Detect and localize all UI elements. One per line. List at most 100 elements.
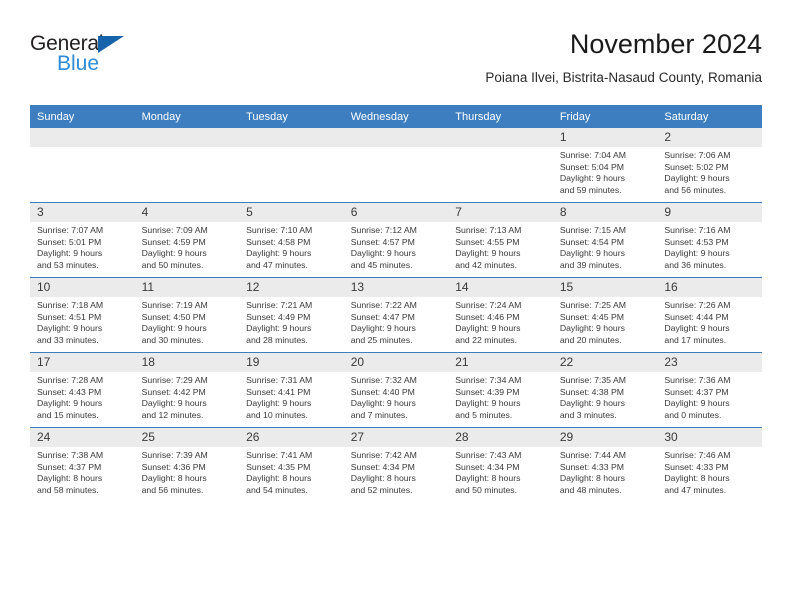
day-sun-info [239,147,344,150]
day-number: 13 [343,278,449,297]
calendar-cell-empty [448,128,553,203]
day-number: 23 [657,353,762,372]
day-number [448,128,553,147]
calendar-week-row: 3 Sunrise: 7:07 AM Sunset: 5:01 PM Daylig… [30,202,762,278]
weekday-header-wednesday: Wednesday [343,105,449,128]
calendar-cell-day[interactable]: 7 Sunrise: 7:13 AM Sunset: 4:55 PM Daylig… [448,202,553,278]
day-sun-info [344,147,449,150]
day-number: 17 [30,353,135,372]
title-block: November 2024 Poiana Ilvei, Bistrita-Nas… [485,28,762,88]
calendar-cell-day[interactable]: 25 Sunrise: 7:39 AM Sunset: 4:36 PM Dayli… [134,427,240,502]
day-sun-info: Sunrise: 7:16 AM Sunset: 4:53 PM Dayligh… [664,225,731,270]
day-sun-info: Sunrise: 7:13 AM Sunset: 4:55 PM Dayligh… [455,225,522,270]
day-sun-info: Sunrise: 7:19 AM Sunset: 4:50 PM Dayligh… [141,300,208,345]
day-sun-info: Sunrise: 7:04 AM Sunset: 5:04 PM Dayligh… [559,150,626,195]
day-sun-info: Sunrise: 7:26 AM Sunset: 4:44 PM Dayligh… [664,300,731,345]
calendar-table: Sunday Monday Tuesday Wednesday Thursday… [30,105,762,502]
calendar-cell-day[interactable]: 16 Sunrise: 7:26 AM Sunset: 4:44 PM Dayli… [657,277,762,353]
day-number: 2 [657,128,762,147]
day-number: 5 [239,203,344,222]
day-number [343,128,449,147]
day-number: 21 [448,353,553,372]
calendar-cell-day[interactable]: 6 Sunrise: 7:12 AM Sunset: 4:57 PM Daylig… [343,202,449,278]
brand-word-blue: Blue [57,52,100,75]
day-number: 3 [30,203,135,222]
calendar-cell-day[interactable]: 24 Sunrise: 7:38 AM Sunset: 4:37 PM Dayli… [30,427,135,502]
calendar-cell-day[interactable]: 29 Sunrise: 7:44 AM Sunset: 4:33 PM Dayli… [552,427,658,502]
calendar-cell-day[interactable]: 28 Sunrise: 7:43 AM Sunset: 4:34 PM Dayli… [448,427,553,502]
calendar-cell-day[interactable]: 2 Sunrise: 7:06 AM Sunset: 5:02 PM Daylig… [657,128,762,203]
day-sun-info: Sunrise: 7:38 AM Sunset: 4:37 PM Dayligh… [37,450,104,495]
day-number: 12 [239,278,344,297]
page-header: General Blue November 2024 Poiana Ilvei,… [30,28,762,98]
calendar-cell-day[interactable]: 20 Sunrise: 7:32 AM Sunset: 4:40 PM Dayli… [343,352,449,428]
day-sun-info [135,147,240,150]
calendar-body: 1 Sunrise: 7:04 AM Sunset: 5:04 PM Daylig… [30,128,762,502]
calendar-header-row: Sunday Monday Tuesday Wednesday Thursday… [30,105,762,128]
calendar-cell-day[interactable]: 11 Sunrise: 7:19 AM Sunset: 4:50 PM Dayli… [134,277,240,353]
calendar-cell-day[interactable]: 14 Sunrise: 7:24 AM Sunset: 4:46 PM Dayli… [448,277,553,353]
day-number: 24 [30,428,135,447]
day-sun-info: Sunrise: 7:15 AM Sunset: 4:54 PM Dayligh… [559,225,626,270]
day-sun-info: Sunrise: 7:29 AM Sunset: 4:42 PM Dayligh… [141,375,208,420]
calendar-cell-day[interactable]: 30 Sunrise: 7:46 AM Sunset: 4:33 PM Dayli… [657,427,762,502]
day-sun-info: Sunrise: 7:09 AM Sunset: 4:59 PM Dayligh… [141,225,208,270]
day-sun-info: Sunrise: 7:35 AM Sunset: 4:38 PM Dayligh… [559,375,626,420]
day-number: 16 [657,278,762,297]
calendar-cell-day[interactable]: 19 Sunrise: 7:31 AM Sunset: 4:41 PM Dayli… [239,352,344,428]
day-sun-info: Sunrise: 7:28 AM Sunset: 4:43 PM Dayligh… [37,375,104,420]
day-number: 29 [552,428,658,447]
calendar-cell-day[interactable]: 1 Sunrise: 7:04 AM Sunset: 5:04 PM Daylig… [552,128,658,203]
brand-logo[interactable]: General Blue [30,32,160,84]
day-sun-info: Sunrise: 7:34 AM Sunset: 4:39 PM Dayligh… [455,375,522,420]
calendar-cell-empty [343,128,449,203]
day-number [134,128,240,147]
day-sun-info [30,147,135,150]
day-number: 7 [448,203,553,222]
weekday-header-thursday: Thursday [448,105,553,128]
triangle-icon [98,36,124,53]
calendar-cell-day[interactable]: 10 Sunrise: 7:18 AM Sunset: 4:51 PM Dayli… [30,277,135,353]
calendar-cell-day[interactable]: 5 Sunrise: 7:10 AM Sunset: 4:58 PM Daylig… [239,202,344,278]
calendar-cell-day[interactable]: 27 Sunrise: 7:42 AM Sunset: 4:34 PM Dayli… [343,427,449,502]
weekday-header-monday: Monday [134,105,240,128]
day-sun-info: Sunrise: 7:22 AM Sunset: 4:47 PM Dayligh… [350,300,417,345]
day-number: 26 [239,428,344,447]
weekday-header-tuesday: Tuesday [239,105,344,128]
weekday-header-sunday: Sunday [30,105,135,128]
calendar-cell-day[interactable]: 26 Sunrise: 7:41 AM Sunset: 4:35 PM Dayli… [239,427,344,502]
calendar-cell-day[interactable]: 3 Sunrise: 7:07 AM Sunset: 5:01 PM Daylig… [30,202,135,278]
day-sun-info: Sunrise: 7:31 AM Sunset: 4:41 PM Dayligh… [246,375,313,420]
day-number: 25 [134,428,240,447]
calendar-cell-day[interactable]: 4 Sunrise: 7:09 AM Sunset: 4:59 PM Daylig… [134,202,240,278]
calendar-cell-day[interactable]: 12 Sunrise: 7:21 AM Sunset: 4:49 PM Dayli… [239,277,344,353]
day-number: 6 [343,203,449,222]
calendar-cell-day[interactable]: 21 Sunrise: 7:34 AM Sunset: 4:39 PM Dayli… [448,352,553,428]
day-number: 15 [552,278,658,297]
day-sun-info: Sunrise: 7:32 AM Sunset: 4:40 PM Dayligh… [350,375,417,420]
day-number: 8 [552,203,658,222]
calendar-cell-day[interactable]: 13 Sunrise: 7:22 AM Sunset: 4:47 PM Dayli… [343,277,449,353]
day-number: 4 [134,203,240,222]
calendar-cell-day[interactable]: 9 Sunrise: 7:16 AM Sunset: 4:53 PM Daylig… [657,202,762,278]
day-sun-info: Sunrise: 7:18 AM Sunset: 4:51 PM Dayligh… [37,300,104,345]
weekday-header-friday: Friday [552,105,658,128]
calendar-week-row: 24 Sunrise: 7:38 AM Sunset: 4:37 PM Dayli… [30,427,762,502]
page-subtitle: Poiana Ilvei, Bistrita-Nasaud County, Ro… [485,70,762,85]
calendar-cell-day[interactable]: 23 Sunrise: 7:36 AM Sunset: 4:37 PM Dayli… [657,352,762,428]
day-sun-info: Sunrise: 7:06 AM Sunset: 5:02 PM Dayligh… [664,150,731,195]
day-number [30,128,135,147]
calendar-cell-day[interactable]: 15 Sunrise: 7:25 AM Sunset: 4:45 PM Dayli… [552,277,658,353]
day-sun-info: Sunrise: 7:46 AM Sunset: 4:33 PM Dayligh… [664,450,731,495]
calendar-cell-empty [134,128,240,203]
calendar-cell-empty [239,128,344,203]
day-number: 20 [343,353,449,372]
page-title: November 2024 [569,29,762,59]
calendar-cell-day[interactable]: 18 Sunrise: 7:29 AM Sunset: 4:42 PM Dayli… [134,352,240,428]
calendar-week-row: 1 Sunrise: 7:04 AM Sunset: 5:04 PM Daylig… [30,128,762,203]
calendar-cell-day[interactable]: 8 Sunrise: 7:15 AM Sunset: 4:54 PM Daylig… [552,202,658,278]
weekday-header-saturday: Saturday [657,105,762,128]
day-number: 22 [552,353,658,372]
calendar-cell-day[interactable]: 17 Sunrise: 7:28 AM Sunset: 4:43 PM Dayli… [30,352,135,428]
calendar-cell-day[interactable]: 22 Sunrise: 7:35 AM Sunset: 4:38 PM Dayli… [552,352,658,428]
